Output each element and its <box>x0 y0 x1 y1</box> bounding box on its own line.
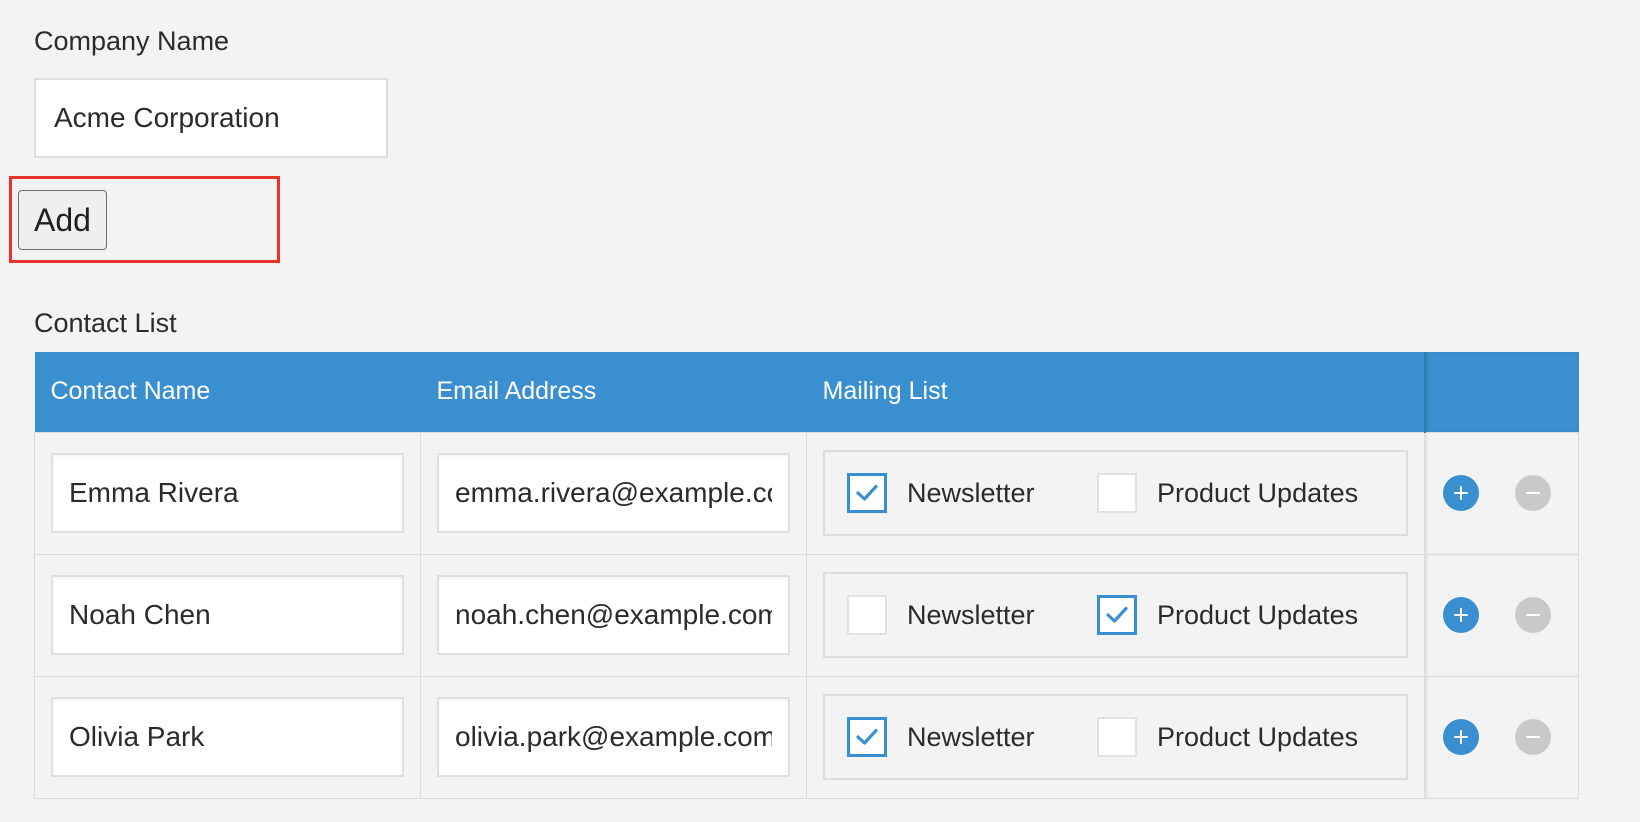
mailing-list-group: Newsletter Product Updates <box>823 694 1408 780</box>
email-cell <box>420 431 807 555</box>
company-name-label: Company Name <box>34 26 230 56</box>
contact-list-label: Contact List <box>34 308 177 338</box>
row-actions-cell <box>1424 431 1579 555</box>
row-actions <box>1443 475 1560 511</box>
contact-table: Contact Name Email Address Mailing List <box>34 352 1579 799</box>
product-updates-option[interactable]: Product Updates <box>1097 473 1358 513</box>
newsletter-label: Newsletter <box>907 477 1035 508</box>
plus-circle-icon <box>1454 608 1468 622</box>
product-updates-option[interactable]: Product Updates <box>1097 717 1358 757</box>
contact-name-input[interactable] <box>51 575 404 655</box>
column-header-actions <box>1423 352 1579 432</box>
company-name-input[interactable] <box>34 78 388 158</box>
mailing-list-cell: Newsletter Product Updates <box>806 553 1425 677</box>
column-header-contact-name: Contact Name <box>34 352 421 432</box>
table-row: Newsletter Product Updates <box>34 675 1579 799</box>
row-actions-cell <box>1424 553 1579 677</box>
product-updates-label: Product Updates <box>1157 721 1359 752</box>
table-header-row: Contact Name Email Address Mailing List <box>34 352 1579 432</box>
mailing-list-cell: Newsletter Product Updates <box>806 431 1425 555</box>
product-updates-option[interactable]: Product Updates <box>1097 595 1358 635</box>
newsletter-checkbox[interactable] <box>847 717 887 757</box>
mailing-list-cell: Newsletter Product Updates <box>806 675 1425 799</box>
plus-circle-icon <box>1454 486 1468 500</box>
checkmark-icon <box>856 484 878 501</box>
contact-name-cell <box>34 553 421 677</box>
product-updates-checkbox[interactable] <box>1097 717 1137 757</box>
mailing-list-group: Newsletter Product Updates <box>823 450 1408 536</box>
remove-row-button[interactable] <box>1515 475 1551 511</box>
checkmark-icon <box>1106 606 1128 623</box>
remove-row-button[interactable] <box>1515 719 1551 755</box>
newsletter-option[interactable]: Newsletter <box>847 473 1097 513</box>
plus-circle-icon <box>1454 730 1468 744</box>
newsletter-option[interactable]: Newsletter <box>847 717 1097 757</box>
add-row-button[interactable] <box>1443 475 1479 511</box>
row-actions-cell <box>1424 675 1579 799</box>
email-cell <box>420 675 807 799</box>
add-button[interactable]: Add <box>18 190 107 250</box>
add-row-button[interactable] <box>1443 719 1479 755</box>
column-header-email-address: Email Address <box>420 352 807 432</box>
table-row: Newsletter Product Updates <box>34 431 1579 555</box>
contact-name-input[interactable] <box>51 697 404 777</box>
contact-name-cell <box>34 675 421 799</box>
product-updates-checkbox[interactable] <box>1097 473 1137 513</box>
email-input[interactable] <box>437 697 790 777</box>
newsletter-checkbox[interactable] <box>847 473 887 513</box>
contact-name-input[interactable] <box>51 453 404 533</box>
row-actions <box>1443 597 1560 633</box>
email-input[interactable] <box>437 453 790 533</box>
product-updates-label: Product Updates <box>1157 599 1359 630</box>
contact-name-cell <box>34 431 421 555</box>
newsletter-label: Newsletter <box>907 721 1035 752</box>
row-actions <box>1443 719 1560 755</box>
email-input[interactable] <box>437 575 790 655</box>
add-row-button[interactable] <box>1443 597 1479 633</box>
newsletter-checkbox[interactable] <box>847 595 887 635</box>
contact-form-page: Company Name Add Contact List Contact Na… <box>0 0 1640 822</box>
minus-circle-icon <box>1526 736 1540 738</box>
email-cell <box>420 553 807 677</box>
remove-row-button[interactable] <box>1515 597 1551 633</box>
minus-circle-icon <box>1526 492 1540 494</box>
checkmark-icon <box>856 728 878 745</box>
column-header-mailing-list: Mailing List <box>806 352 1425 432</box>
product-updates-checkbox[interactable] <box>1097 595 1137 635</box>
mailing-list-group: Newsletter Product Updates <box>823 572 1408 658</box>
product-updates-label: Product Updates <box>1157 477 1359 508</box>
newsletter-option[interactable]: Newsletter <box>847 595 1097 635</box>
table-row: Newsletter Product Updates <box>34 553 1579 677</box>
newsletter-label: Newsletter <box>907 599 1035 630</box>
minus-circle-icon <box>1526 614 1540 616</box>
